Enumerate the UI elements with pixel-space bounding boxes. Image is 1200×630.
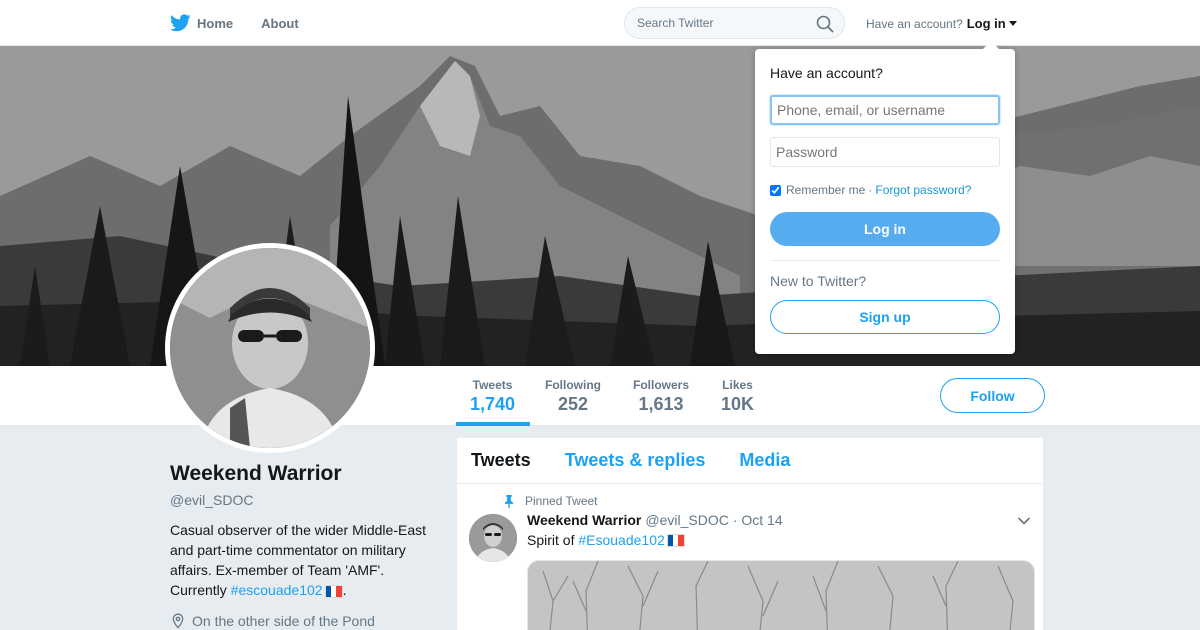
location-pin-icon [172,613,184,629]
profile-name[interactable]: Weekend Warrior [170,462,440,486]
remember-label[interactable]: Remember me [786,183,865,197]
tab-tweets-replies[interactable]: Tweets & replies [565,450,706,471]
tweet-hashtag-link[interactable]: #Esouade102 [578,532,664,548]
stat-label: Followers [633,378,690,392]
login-dropdown: Have an account? Remember me · Forgot pa… [755,41,1015,354]
active-stat-indicator [456,422,530,426]
stat-tweets[interactable]: Tweets 1,740 [470,378,515,415]
nav-home-label: Home [197,15,234,31]
stat-followers[interactable]: Followers 1,613 [633,378,689,415]
login-button[interactable]: Log in [770,212,1000,246]
nav-home[interactable]: Home [170,14,233,32]
profile-bio: Casual observer of the wider Middle-East… [170,520,440,600]
new-to-twitter-label: New to Twitter? [770,273,867,289]
search-icon[interactable] [816,15,834,33]
flag-france-icon [324,584,343,598]
username-field[interactable] [770,95,1000,125]
pinned-text: Pinned Tweet [525,494,598,508]
pinned-tweet-label: Pinned Tweet [503,494,598,508]
stat-value: 252 [557,394,589,414]
tweet-author-handle[interactable]: @evil_SDOC [645,512,728,528]
tab-media[interactable]: Media [739,450,790,471]
tweet-author-name[interactable]: Weekend Warrior [527,512,641,528]
follow-button[interactable]: Follow [940,378,1045,413]
bio-hashtag-link[interactable]: #escouade102 [231,582,323,598]
remember-separator: · [868,183,873,197]
stat-following[interactable]: Following 252 [545,378,601,415]
flag-france-icon [666,533,685,547]
stat-likes[interactable]: Likes 10K [721,378,754,415]
tweet-avatar-photo [469,514,517,562]
nav-about-label: About [261,15,299,31]
profile-avatar[interactable] [165,243,375,453]
timeline-tabs: Tweets Tweets & replies Media [457,438,1043,484]
nav-left: Home About [170,0,327,46]
avatar-image [170,248,370,448]
stat-value: 1,740 [470,394,516,414]
search-input[interactable] [637,16,807,30]
caret-down-icon[interactable] [1008,21,1017,26]
signup-button[interactable]: Sign up [770,300,1000,334]
forgot-password-link[interactable]: Forgot password? [875,183,971,197]
account-menu: Have an account? Log in [866,16,1017,31]
tweet-media-photo [528,561,1034,630]
profile-info: Weekend Warrior @evil_SDOC Casual observ… [170,462,440,629]
chevron-down-icon[interactable] [1017,514,1031,528]
account-prompt: Have an account? [866,16,963,31]
avatar-photo [170,248,370,448]
tab-tweets[interactable]: Tweets [471,450,531,471]
stat-label: Likes [722,378,753,392]
location-text: On the other side of the Pond [192,613,375,629]
password-field[interactable] [770,137,1000,167]
stat-value: 1,613 [638,394,684,414]
stat-label: Following [545,378,601,392]
profile-handle[interactable]: @evil_SDOC [170,492,440,508]
dropdown-divider [770,260,1000,261]
twitter-bird-icon [170,14,191,32]
tweet-date[interactable]: · Oct 14 [733,512,783,528]
nav-about[interactable]: About [261,16,299,31]
tweet-header: Weekend Warrior @evil_SDOC · Oct 14 [527,512,783,528]
pin-icon [504,494,514,508]
top-nav: Home About Have an account? Log in [0,0,1200,46]
tweet-avatar[interactable] [469,514,517,562]
tweet-text: Spirit of #Esouade102 [527,532,685,548]
profile-location: On the other side of the Pond [170,613,440,629]
tweet-body: Spirit of [527,532,575,548]
remember-row: Remember me · Forgot password? [770,183,971,197]
tweet-media-image[interactable] [527,560,1035,630]
login-dropdown-toggle[interactable]: Log in [967,16,1006,31]
stat-label: Tweets [472,378,513,392]
stat-value: 10K [721,394,755,414]
remember-checkbox[interactable] [770,184,781,196]
search-box [624,7,845,39]
bio-end: . [342,582,347,598]
login-dropdown-title: Have an account? [770,65,883,81]
timeline: Tweets Tweets & replies Media Pinned Twe… [456,437,1044,630]
